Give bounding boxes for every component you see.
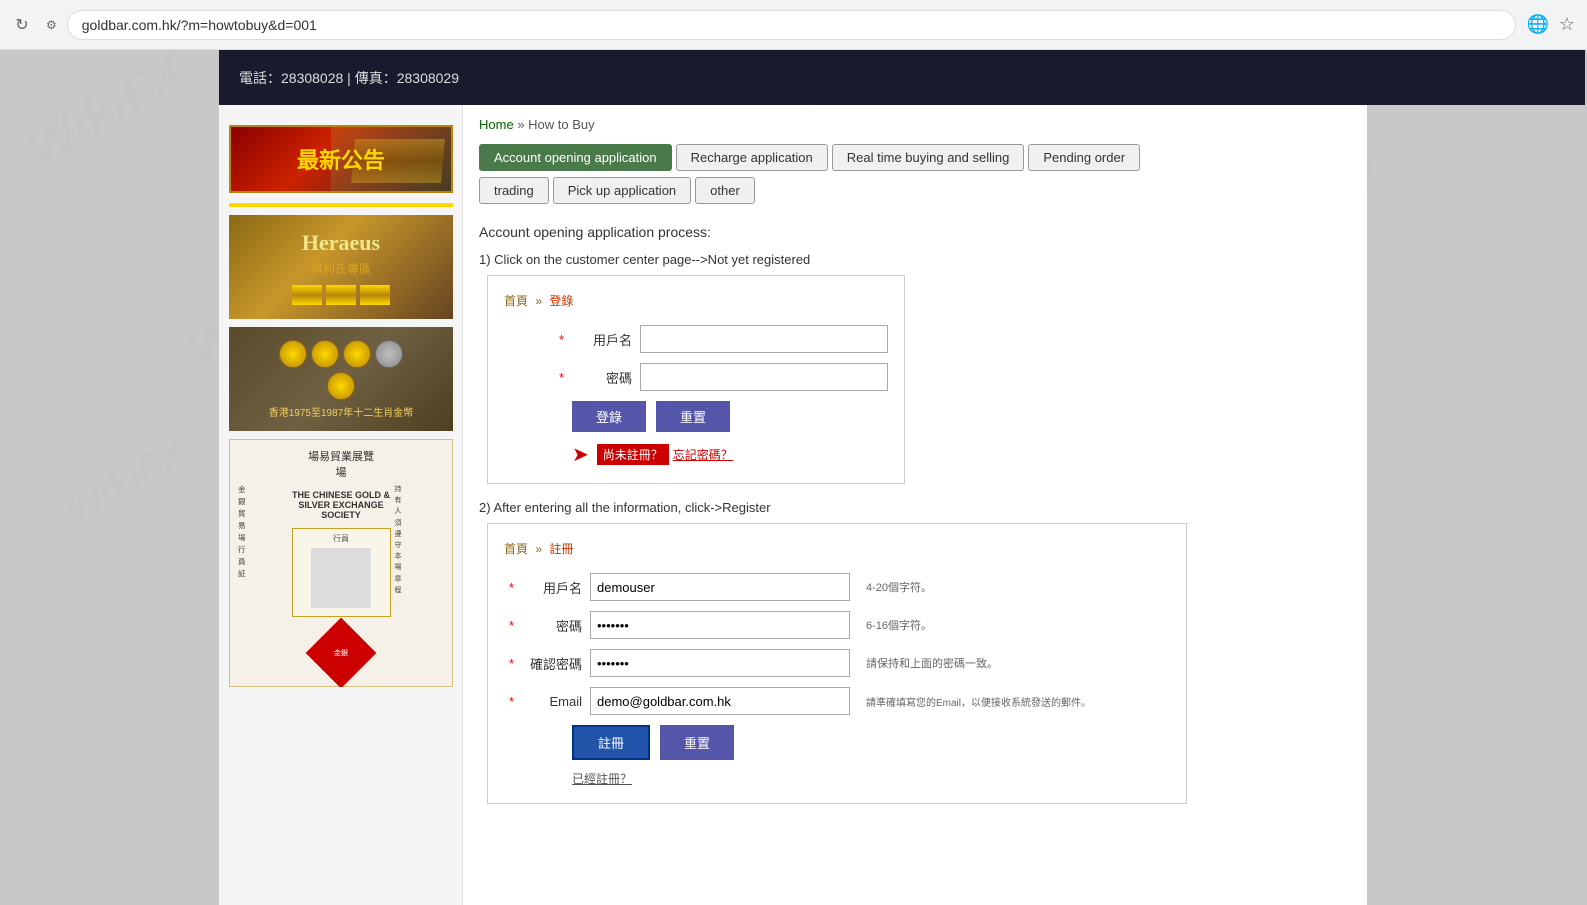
main-content: Home » How to Buy Account opening applic… [463,105,1367,905]
login-username-label: 用戶名 [572,330,632,349]
content-area: Account opening application process: 1) … [463,208,1367,820]
login-button[interactable]: 登錄 [572,401,646,432]
arrow-indicator: ➤ [572,442,589,467]
header-phone-text: 電話：28308028 | 傳真：28308029 [239,68,459,88]
refresh-icon[interactable]: ↻ [12,15,32,35]
already-registered-link[interactable]: 已經註冊？ [572,770,1170,787]
login-form-buttons: 登錄 重置 [572,401,888,432]
login-password-row: * 密碼 [504,363,888,391]
register-email-input[interactable] [590,687,850,715]
breadcrumb-separator: » [517,117,524,132]
document-title: 場易貿業展覽 場 [238,448,444,480]
browser-nav-icons: ↻ [12,15,32,35]
register-confirm-hint: 請保持和上面的密碼一致。 [866,655,998,671]
address-bar[interactable]: goldbar.com.hk/?m=howtobuy&d=001 [67,10,1517,40]
register-confirm-input[interactable] [590,649,850,677]
announcement-text: 最新公告 [297,143,385,175]
sidebar: 最新公告 Heraeus 賀利氏專區 [219,105,463,905]
register-password-input[interactable] [590,611,850,639]
register-password-label: 密碼 [522,616,582,635]
tab-realtime[interactable]: Real time buying and selling [832,144,1025,171]
login-form-breadcrumb-page: 登錄 [549,294,573,308]
register-form-breadcrumb-page: 註冊 [549,542,573,556]
login-username-required: * [504,332,564,347]
sidebar-coin-card[interactable]: 香港1975至1987年十二生肖金幣 [229,327,453,431]
coin-card-text: 香港1975至1987年十二生肖金幣 [269,404,414,419]
translate-icon[interactable]: 🌐 [1526,14,1548,35]
tab-pickup[interactable]: Pick up application [553,177,691,204]
register-email-required: * [504,694,514,709]
heraeus-logo-text: Heraeus [302,230,380,256]
login-password-label: 密碼 [572,368,632,387]
login-form-breadcrumb-home: 首頁 [504,294,528,308]
register-form-breadcrumb-sep: » [535,542,545,556]
heraeus-subtitle: 賀利氏專區 [311,260,371,277]
bookmark-icon[interactable]: ☆ [1559,14,1575,35]
register-form-buttons: 註冊 重置 [572,725,1170,760]
register-form-screenshot: 首頁 » 註冊 * 用戶名 4-20個字符。 * 密碼 6-16個字符。 [487,523,1187,804]
register-email-hint: 請準確填寫您的Email，以便接收系統發送的郵件。 [866,694,1091,709]
login-password-required: * [504,370,564,385]
register-reset-button[interactable]: 重置 [660,725,734,760]
login-username-row: * 用戶名 [504,325,888,353]
breadcrumb-home-link[interactable]: Home [479,117,514,132]
login-password-input[interactable] [640,363,888,391]
step1-label: 1) Click on the customer center page-->N… [479,252,1351,267]
register-confirm-password-row: * 確認密碼 請保持和上面的密碼一致。 [504,649,1170,677]
register-password-required: * [504,618,514,633]
document-company: THE CHINESE GOLD & SILVER EXCHANGE SOCIE… [292,490,391,520]
login-form-links: ➤ 尚未註冊？ 忘記密碼？ [572,442,888,467]
forgot-password-link[interactable]: 忘記密碼？ [673,446,733,463]
not-registered-link[interactable]: 尚未註冊？ [597,444,669,465]
register-password-row: * 密碼 6-16個字符。 [504,611,1170,639]
register-username-row: * 用戶名 4-20個字符。 [504,573,1170,601]
login-reset-button[interactable]: 重置 [656,401,730,432]
register-email-row: * Email 請準確填寫您的Email，以便接收系統發送的郵件。 [504,687,1170,715]
browser-actions: 🌐 ☆ [1526,14,1575,35]
yellow-divider [229,203,453,207]
tab-pending-order[interactable]: Pending order [1028,144,1140,171]
tab-trading[interactable]: trading [479,177,549,204]
register-username-input[interactable] [590,573,850,601]
login-form-screenshot: 首頁 » 登錄 * 用戶名 * 密碼 登錄 重置 [487,275,905,484]
step2-label: 2) After entering all the information, c… [479,500,1351,515]
tab-account-opening[interactable]: Account opening application [479,144,672,171]
register-username-hint: 4-20個字符。 [866,579,932,595]
sidebar-heraeus-card[interactable]: Heraeus 賀利氏專區 [229,215,453,319]
sidebar-announcement[interactable]: 最新公告 [229,125,452,193]
section-title: Account opening application process: [479,224,1351,240]
site-info-icon[interactable]: ⚙ [46,18,57,32]
register-confirm-label: 確認密碼 [522,654,582,673]
login-username-input[interactable] [640,325,888,353]
nav-tabs-row1: Account opening application Recharge app… [463,140,1367,175]
register-username-required: * [504,580,514,595]
register-username-label: 用戶名 [522,578,582,597]
register-confirm-required: * [504,656,514,671]
tab-recharge[interactable]: Recharge application [676,144,828,171]
login-form-breadcrumb-sep: » [535,294,545,308]
breadcrumb: Home » How to Buy [463,105,1367,140]
sidebar-document-card[interactable]: 場易貿業展覽 場 金銀貿易場行員証 THE CHINESE GOLD & SIL… [229,439,453,687]
register-form-breadcrumb-home: 首頁 [504,542,528,556]
nav-tabs-row2: trading Pick up application other [463,175,1367,208]
tab-other[interactable]: other [695,177,755,204]
url-text: goldbar.com.hk/?m=howtobuy&d=001 [82,17,317,33]
register-password-hint: 6-16個字符。 [866,617,932,633]
register-button[interactable]: 註冊 [572,725,650,760]
header-banner: 電話：28308028 | 傳真：28308029 [219,50,1585,105]
register-email-label: Email [522,694,582,709]
breadcrumb-current: How to Buy [528,117,594,132]
